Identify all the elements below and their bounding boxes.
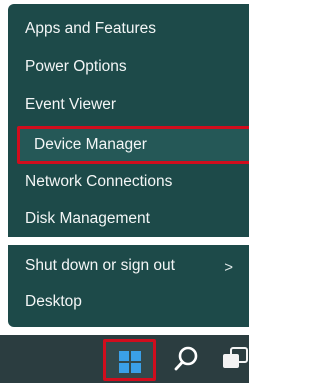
menu-item-device-manager[interactable]: Device Manager — [34, 130, 147, 160]
start-button[interactable] — [103, 339, 156, 381]
context-menu: Apps and Features Power Options Event Vi… — [8, 4, 249, 237]
task-view-icon[interactable] — [222, 346, 249, 372]
menu-item-event-viewer[interactable]: Event Viewer — [25, 90, 116, 120]
menu-item-shut-down-or-sign-out[interactable]: Shut down or sign out — [25, 251, 175, 281]
menu-item-power-options[interactable]: Power Options — [25, 52, 127, 82]
windows-start-icon — [119, 351, 141, 373]
menu-item-apps-and-features[interactable]: Apps and Features — [25, 14, 156, 44]
chevron-right-icon: > — [224, 259, 233, 276]
search-icon[interactable] — [173, 344, 201, 374]
menu-item-device-manager-highlighted[interactable]: Device Manager — [17, 126, 249, 164]
menu-item-desktop[interactable]: Desktop — [25, 287, 82, 317]
context-menu-lower-section: Shut down or sign out Desktop — [8, 245, 249, 327]
menu-item-network-connections[interactable]: Network Connections — [25, 167, 172, 197]
screen: Apps and Features Power Options Event Vi… — [0, 0, 249, 383]
menu-item-disk-management[interactable]: Disk Management — [25, 204, 150, 234]
